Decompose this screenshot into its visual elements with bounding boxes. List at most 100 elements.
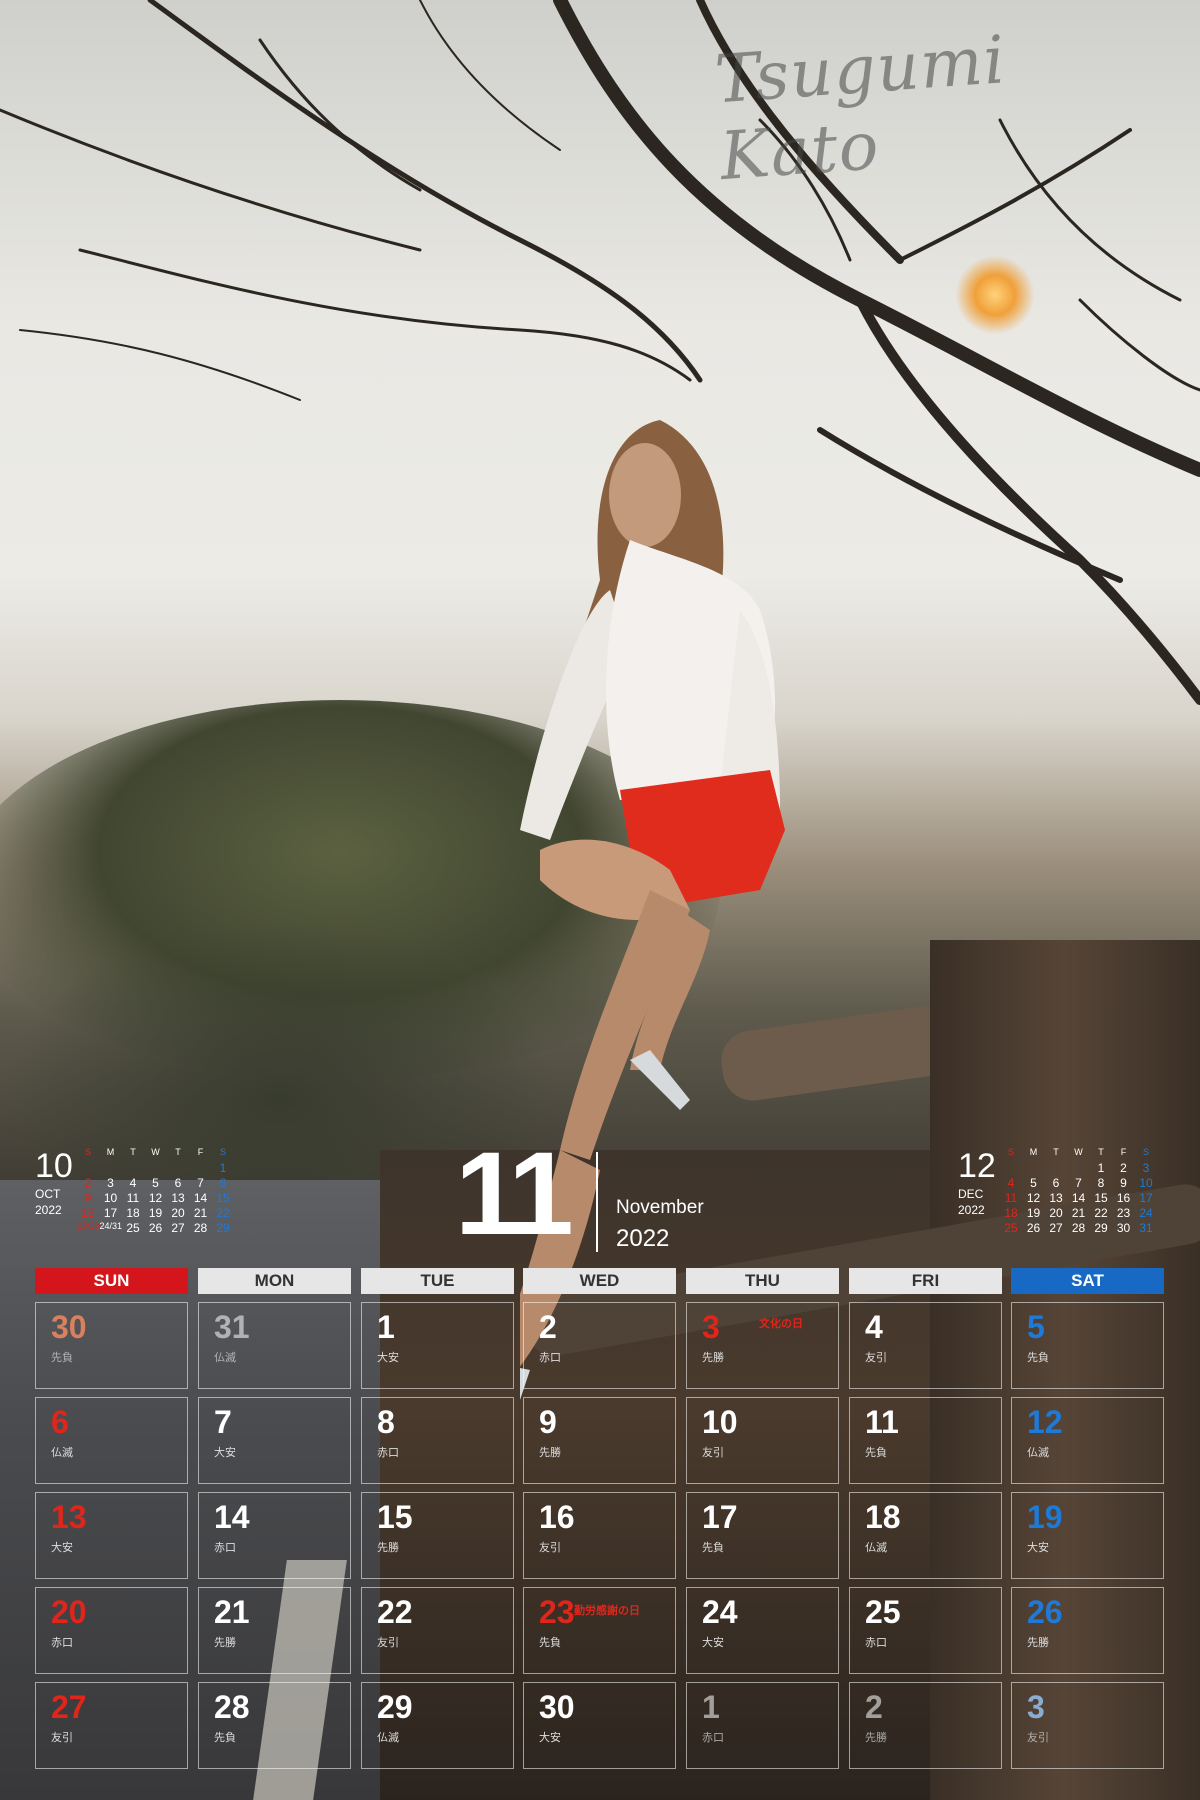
mini-weekday: T [1098,1147,1104,1157]
mini-day: 20 [171,1206,185,1220]
day-number: 22 [377,1594,413,1630]
weekday-header-mon: MON [198,1268,351,1294]
mini-day: 2 [1120,1161,1127,1175]
mini-day: 20 [1049,1206,1063,1220]
day-number: 24 [702,1594,738,1630]
rokuyo-label: 大安 [214,1447,236,1459]
day-cell: 27 友引 [35,1682,188,1769]
mini-day: 11 [1004,1191,1018,1205]
day-number: 27 [51,1689,87,1725]
mini-weekday: M [106,1147,115,1157]
weekday-header-tue: TUE [361,1268,514,1294]
mini-day: 29 [1094,1221,1108,1235]
day-number: 30 [51,1309,87,1345]
mini-day: 1 [219,1161,227,1175]
day-cell: 29 仏滅 [361,1682,514,1769]
mini-day: 5 [1030,1176,1037,1190]
mini-weekday: W [1074,1147,1083,1157]
mini-day: 7 [1075,1176,1082,1190]
weekday-header-wed: WED [523,1268,676,1294]
mini-day: 6 [1052,1176,1060,1190]
mini-day: 14 [1071,1191,1086,1205]
mini-weekday: S [84,1147,91,1157]
mini-next-year: 2022 [958,1203,985,1217]
mini-day: 23 [1116,1206,1131,1220]
mini-day: 14 [193,1191,208,1205]
mini-day: 24/31 [99,1221,123,1231]
mini-day: 22 [216,1206,230,1220]
mini-day: 22 [1094,1206,1108,1220]
day-cell: 14 赤口 [198,1492,351,1579]
mini-day: 25 [126,1221,140,1235]
rokuyo-label: 先負 [539,1637,561,1649]
mini-day: 19 [148,1206,163,1220]
mini-day: 3 [107,1176,114,1190]
day-cell: 22 友引 [361,1587,514,1674]
day-cell: 17 先負 [686,1492,839,1579]
mini-day: 1 [1097,1161,1105,1175]
mini-weekday: T [1053,1147,1059,1157]
day-number: 1 [702,1689,720,1725]
day-number: 10 [702,1404,738,1440]
mini-day: 9 [84,1191,92,1205]
rokuyo-label: 先勝 [214,1637,236,1649]
mini-day: 21 [193,1206,208,1220]
mini-day: 29 [216,1221,230,1235]
year-label: 2022 [616,1225,670,1252]
mini-day: 15 [1094,1191,1108,1205]
mini-day: 18 [126,1206,140,1220]
mini-day: 31 [1139,1221,1153,1235]
day-number: 11 [865,1404,899,1440]
mini-weekday: T [175,1147,181,1157]
day-number: 8 [377,1404,395,1440]
day-number: 28 [214,1689,250,1725]
mini-day: 7 [197,1176,204,1190]
day-number: 3 [1027,1689,1045,1725]
mini-day: 12 [148,1191,163,1205]
day-number: 16 [539,1499,575,1535]
day-cell: 5 先負 [1011,1302,1164,1389]
day-number: 6 [51,1404,69,1440]
mini-day: 27 [1049,1221,1063,1235]
month-name: November [616,1197,704,1218]
rokuyo-label: 友引 [1027,1732,1049,1744]
rokuyo-label: 赤口 [539,1352,561,1364]
rokuyo-label: 友引 [377,1637,399,1649]
day-number: 4 [865,1309,883,1345]
holiday-label: 文化の日 [759,1318,803,1330]
day-number: 7 [214,1404,232,1440]
weekday-header-thu: THU [686,1268,839,1294]
day-number: 3 [702,1309,720,1345]
day-cell: 28 先負 [198,1682,351,1769]
rokuyo-label: 赤口 [51,1637,73,1649]
mini-day: 17 [1139,1191,1153,1205]
rokuyo-label: 大安 [539,1732,561,1744]
mini-next-month-number: 12 [958,1147,996,1185]
mini-day: 16 [81,1206,95,1220]
mini-next-month-abbr: DEC [958,1187,984,1201]
rokuyo-label: 大安 [1027,1542,1049,1554]
day-cell: 12 仏滅 [1011,1397,1164,1484]
mini-prev-month-abbr: OCT [35,1187,61,1201]
mini-day: 28 [193,1221,208,1235]
day-cell: 1 大安 [361,1302,514,1389]
mini-day: 19 [1026,1206,1041,1220]
day-cell: 23 先負 勤労感謝の日 [523,1587,676,1674]
day-cell: 19 大安 [1011,1492,1164,1579]
mini-day: 4 [1007,1176,1015,1190]
day-number: 25 [865,1594,901,1630]
mini-weekday: T [130,1147,136,1157]
mini-day: 9 [1120,1176,1127,1190]
day-cell: 11 先負 [849,1397,1002,1484]
rokuyo-label: 友引 [702,1447,724,1459]
day-cell: 6 仏滅 [35,1397,188,1484]
day-number: 19 [1027,1499,1063,1535]
mini-day: 23/30 [77,1221,100,1231]
day-cell: 20 赤口 [35,1587,188,1674]
mini-weekday: S [1142,1147,1149,1157]
mini-day: 10 [1139,1176,1153,1190]
rokuyo-label: 友引 [865,1352,887,1364]
rokuyo-label: 大安 [702,1637,724,1649]
mini-day: 21 [1071,1206,1086,1220]
rokuyo-label: 先勝 [377,1542,399,1554]
